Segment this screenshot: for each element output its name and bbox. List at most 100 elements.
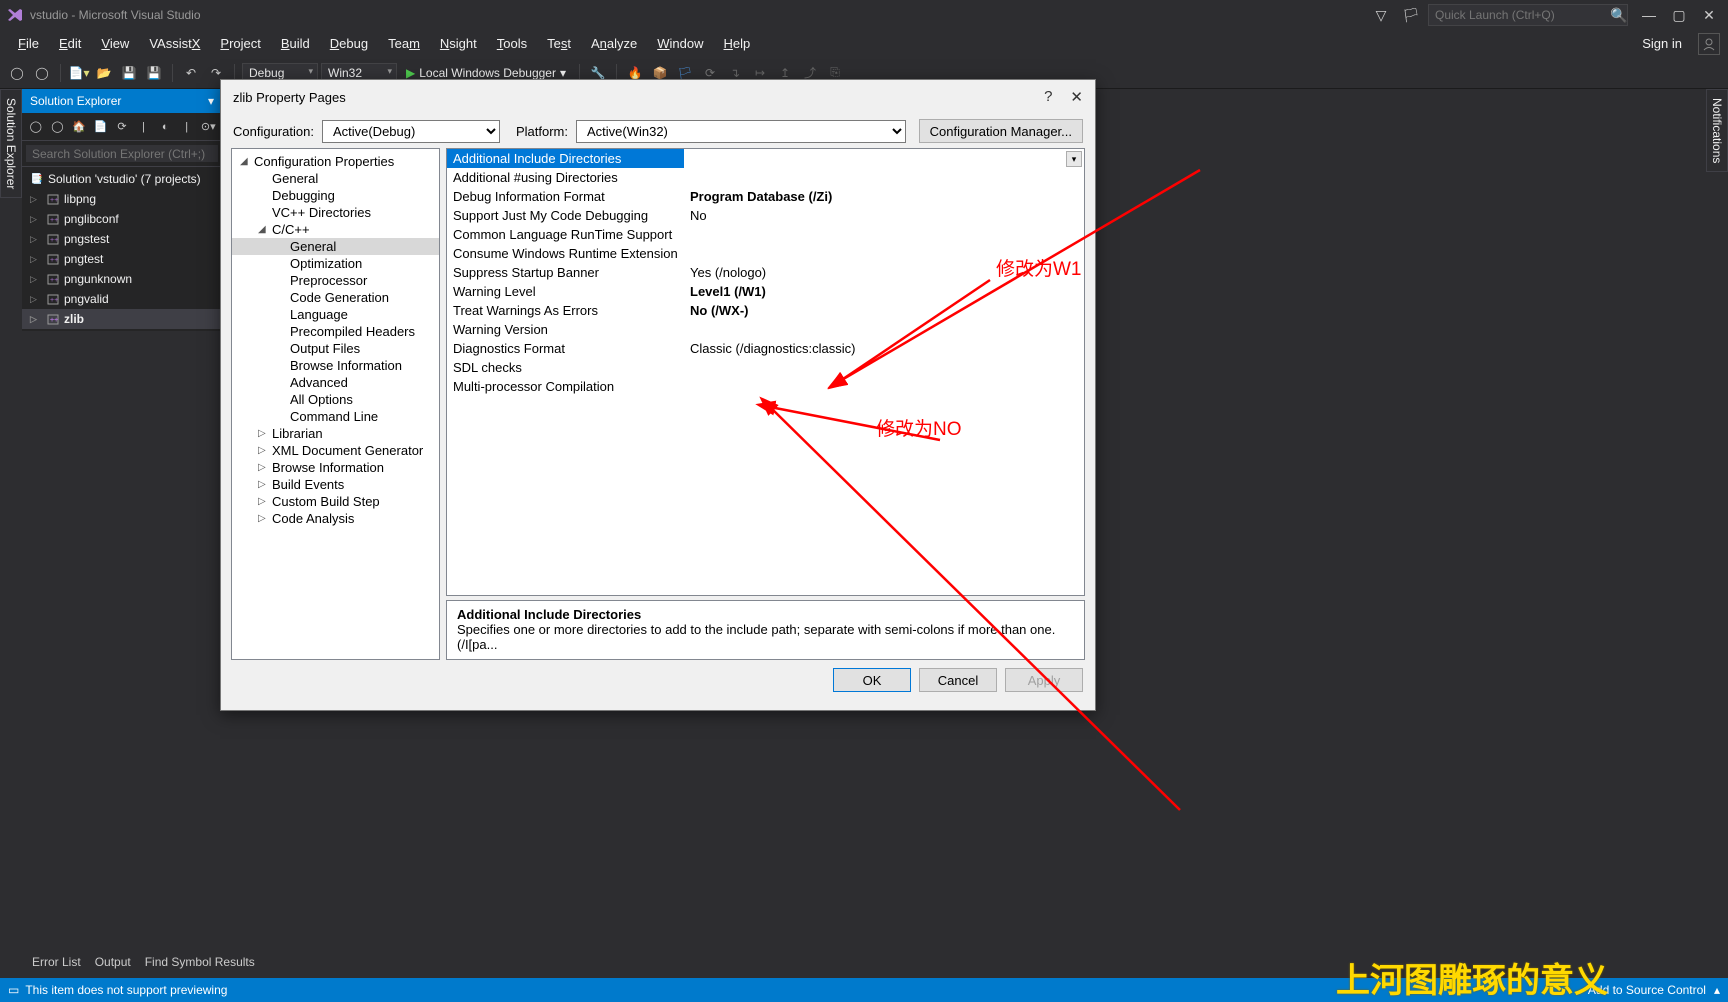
menu-view[interactable]: View xyxy=(91,32,139,55)
property-value[interactable]: Level1 (/W1) xyxy=(684,282,1084,301)
ok-button[interactable]: OK xyxy=(833,668,911,692)
property-value[interactable] xyxy=(684,168,1084,187)
chevron-up-icon[interactable]: ▴ xyxy=(1714,983,1720,997)
expand-icon[interactable]: ▷ xyxy=(30,274,42,285)
grid-row[interactable]: Diagnostics FormatClassic (/diagnostics:… xyxy=(447,339,1084,358)
tree-node[interactable]: Debugging xyxy=(232,187,439,204)
tree-node[interactable]: ▷Librarian xyxy=(232,425,439,442)
side-tab-notifications[interactable]: Notifications xyxy=(1706,89,1728,172)
property-value[interactable] xyxy=(684,149,1084,168)
menu-project[interactable]: Project xyxy=(210,32,270,55)
quick-launch-input[interactable] xyxy=(1428,4,1628,26)
grid-row[interactable]: Consume Windows Runtime Extension xyxy=(447,244,1084,263)
tree-node[interactable]: Code Generation xyxy=(232,289,439,306)
grid-row[interactable]: Suppress Startup BannerYes (/nologo) xyxy=(447,263,1084,282)
property-value[interactable]: No (/WX-) xyxy=(684,301,1084,320)
expand-icon[interactable]: ▷ xyxy=(30,314,42,325)
sync-icon[interactable]: 📄 xyxy=(91,117,111,137)
menu-file[interactable]: File xyxy=(8,32,49,55)
project-node-pngvalid[interactable]: ▷++pngvalid xyxy=(22,289,222,309)
tree-node[interactable]: Preprocessor xyxy=(232,272,439,289)
side-tab-solution-explorer[interactable]: Solution Explorer xyxy=(0,89,22,198)
tab-find-symbol[interactable]: Find Symbol Results xyxy=(145,955,255,969)
nav-fwd-icon[interactable]: ◯ xyxy=(31,62,53,84)
property-value[interactable]: Yes (/nologo) xyxy=(684,263,1084,282)
tab-error-list[interactable]: Error List xyxy=(32,955,81,969)
grid-row[interactable]: Debug Information FormatProgram Database… xyxy=(447,187,1084,206)
tree-node-cpp[interactable]: ◢C/C++ xyxy=(232,221,439,238)
category-tree[interactable]: ◢Configuration Properties GeneralDebuggi… xyxy=(231,148,440,660)
menu-help[interactable]: Help xyxy=(714,32,761,55)
menu-build[interactable]: Build xyxy=(271,32,320,55)
tree-node[interactable]: General xyxy=(232,238,439,255)
tree-node[interactable]: Advanced xyxy=(232,374,439,391)
avatar-icon[interactable] xyxy=(1698,33,1720,55)
expand-icon[interactable]: ▷ xyxy=(30,254,42,265)
tree-node[interactable]: ▷Build Events xyxy=(232,476,439,493)
menu-debug[interactable]: Debug xyxy=(320,32,378,55)
close-icon[interactable]: ✕ xyxy=(1696,2,1722,28)
property-value[interactable]: No xyxy=(684,206,1084,225)
property-value[interactable] xyxy=(684,377,1084,396)
refresh-icon[interactable]: ⟳ xyxy=(112,117,132,137)
menu-edit[interactable]: Edit xyxy=(49,32,91,55)
tree-node[interactable]: ▷Browse Information xyxy=(232,459,439,476)
tree-node[interactable]: Browse Information xyxy=(232,357,439,374)
nav-back-icon[interactable]: ◯ xyxy=(6,62,28,84)
project-node-pngstest[interactable]: ▷++pngstest xyxy=(22,229,222,249)
menu-window[interactable]: Window xyxy=(647,32,713,55)
tree-node[interactable]: ▷Code Analysis xyxy=(232,510,439,527)
flag-icon[interactable]: 🏳 xyxy=(1398,2,1424,28)
tree-node[interactable]: Output Files xyxy=(232,340,439,357)
tree-node[interactable]: General xyxy=(232,170,439,187)
platform-select[interactable]: Active(Win32) xyxy=(576,120,906,143)
fwd-icon[interactable]: ◯ xyxy=(48,117,68,137)
project-node-pnglibconf[interactable]: ▷++pnglibconf xyxy=(22,209,222,229)
expand-icon[interactable]: ▷ xyxy=(30,214,42,225)
menu-analyze[interactable]: Analyze xyxy=(581,32,647,55)
search-input[interactable] xyxy=(26,145,218,162)
tree-node[interactable]: ▷Custom Build Step xyxy=(232,493,439,510)
project-node-pngtest[interactable]: ▷++pngtest xyxy=(22,249,222,269)
dropdown-icon[interactable]: ▾ xyxy=(1066,151,1082,167)
menu-nsight[interactable]: Nsight xyxy=(430,32,487,55)
menu-vassistx[interactable]: VAssistX xyxy=(139,32,210,55)
property-value[interactable] xyxy=(684,225,1084,244)
maximize-icon[interactable]: ▢ xyxy=(1666,2,1692,28)
property-grid[interactable]: ▾ Additional Include DirectoriesAddition… xyxy=(446,148,1085,596)
apply-button[interactable]: Apply xyxy=(1005,668,1083,692)
tree-node[interactable]: Command Line xyxy=(232,408,439,425)
project-node-libpng[interactable]: ▷++libpng xyxy=(22,189,222,209)
expand-icon[interactable]: ▷ xyxy=(30,234,42,245)
tree-node[interactable]: VC++ Directories xyxy=(232,204,439,221)
tree-node[interactable]: Optimization xyxy=(232,255,439,272)
tree-node[interactable]: ▷XML Document Generator xyxy=(232,442,439,459)
expand-icon[interactable]: ▷ xyxy=(30,194,42,205)
cancel-button[interactable]: Cancel xyxy=(919,668,997,692)
config-manager-button[interactable]: Configuration Manager... xyxy=(919,119,1083,143)
open-icon[interactable]: 📂 xyxy=(93,62,115,84)
panel-dropdown-icon[interactable]: ▾ xyxy=(208,94,214,108)
grid-row[interactable]: Common Language RunTime Support xyxy=(447,225,1084,244)
solution-node[interactable]: 📑 Solution 'vstudio' (7 projects) xyxy=(22,169,222,189)
close-icon[interactable]: ✕ xyxy=(1070,88,1083,106)
help-icon[interactable]: ? xyxy=(1044,88,1052,106)
tree-node[interactable]: All Options xyxy=(232,391,439,408)
tab-output[interactable]: Output xyxy=(95,955,131,969)
grid-row[interactable]: SDL checks xyxy=(447,358,1084,377)
filter-icon[interactable]: ◐ xyxy=(155,117,175,137)
grid-row[interactable]: Additional #using Directories xyxy=(447,168,1084,187)
grid-row[interactable]: Multi-processor Compilation xyxy=(447,377,1084,396)
menu-tools[interactable]: Tools xyxy=(487,32,537,55)
save-all-icon[interactable]: 💾 xyxy=(143,62,165,84)
undo-icon[interactable]: ↶ xyxy=(180,62,202,84)
property-value[interactable]: Program Database (/Zi) xyxy=(684,187,1084,206)
project-node-pngunknown[interactable]: ▷++pngunknown xyxy=(22,269,222,289)
menu-team[interactable]: Team xyxy=(378,32,430,55)
property-value[interactable] xyxy=(684,320,1084,339)
tree-node-root[interactable]: ◢Configuration Properties xyxy=(232,153,439,170)
save-icon[interactable]: 💾 xyxy=(118,62,140,84)
config-select[interactable]: Active(Debug) xyxy=(322,120,500,143)
tree-node[interactable]: Language xyxy=(232,306,439,323)
grid-row[interactable]: Support Just My Code DebuggingNo xyxy=(447,206,1084,225)
